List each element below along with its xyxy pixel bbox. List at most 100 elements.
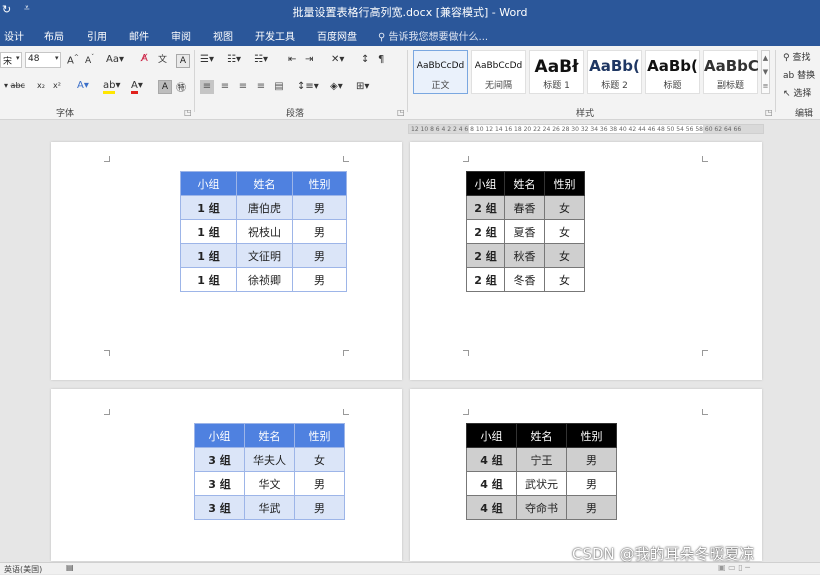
multilevel-list-icon[interactable]: ☵▾ <box>254 54 268 65</box>
style-normal[interactable]: AaBbCcDd 正文 <box>413 50 468 94</box>
tab-references[interactable]: 引用 <box>87 28 107 43</box>
find-button[interactable]: ⚲ 查找 <box>783 50 810 63</box>
bullets-icon[interactable]: ☰▾ <box>200 54 214 65</box>
table-cell: 1 组 <box>180 243 237 268</box>
table-header-cell: 性别 <box>294 423 345 448</box>
table-header-cell: 性别 <box>544 171 585 196</box>
language-indicator[interactable]: 英语(美国) <box>4 564 42 575</box>
table-cell: 祝枝山 <box>236 219 293 244</box>
borders-icon[interactable]: ⊞▾ <box>356 81 369 92</box>
line-spacing-icon[interactable]: ↕≡▾ <box>297 81 319 92</box>
style-heading-1[interactable]: AaBł 标题 1 <box>529 50 584 94</box>
font-dialog-launcher-icon[interactable]: ◳ <box>184 108 192 117</box>
style-no-spacing[interactable]: AaBbCcDd 无间隔 <box>471 50 526 94</box>
margin-corner-mark <box>343 409 349 415</box>
replace-label: 替换 <box>797 71 816 81</box>
group-divider <box>194 50 195 112</box>
group-table[interactable]: 小组 姓名 性别 4 组 宁王 男 4 组 武状元 男 4 组 夺命书 男 <box>466 423 617 520</box>
margin-corner-mark <box>343 156 349 162</box>
shading-icon[interactable]: ◈▾ <box>330 81 343 92</box>
table-cell: 男 <box>292 267 347 292</box>
view-buttons[interactable]: ▣ ▭ ▯ ─ <box>718 563 750 572</box>
align-right-icon[interactable]: ≡ <box>236 80 250 94</box>
table-row: 2 组 春香 女 <box>466 195 585 220</box>
scroll-up-icon[interactable]: ▲ <box>762 51 769 65</box>
tab-view[interactable]: 视图 <box>213 28 233 43</box>
tab-developer[interactable]: 开发工具 <box>255 28 295 43</box>
table-cell: 唐伯虎 <box>236 195 293 220</box>
grow-font-icon[interactable]: A^ <box>67 54 79 66</box>
group-table[interactable]: 小组 姓名 性别 3 组 华夫人 女 3 组 华文 男 3 组 华武 男 <box>194 423 345 520</box>
character-shading-icon[interactable]: A <box>158 80 172 94</box>
style-subtitle[interactable]: AaBbC 副标题 <box>703 50 759 94</box>
decrease-indent-icon[interactable]: ⇤ <box>288 54 296 65</box>
margin-corner-mark <box>104 156 110 162</box>
align-center-icon[interactable]: ≡ <box>218 80 232 94</box>
document-page[interactable]: 小组 姓名 性别 2 组 春香 女 2 组 夏香 女 2 组 秋香 女 2 组 … <box>410 142 762 380</box>
show-marks-icon[interactable]: ¶ <box>378 54 384 65</box>
paragraph-dialog-launcher-icon[interactable]: ◳ <box>397 108 405 117</box>
table-cell: 男 <box>566 495 617 520</box>
style-sample: AaBbC <box>704 57 759 75</box>
chinese-layout-icon[interactable]: ✕▾ <box>331 54 344 65</box>
tab-design[interactable]: 设计 <box>4 28 24 43</box>
subscript-icon[interactable]: x₂ <box>37 81 45 90</box>
font-name-dropdown-icon[interactable]: ▾ <box>16 54 20 62</box>
tab-baidu-netdisk[interactable]: 百度网盘 <box>317 28 357 43</box>
table-cell: 春香 <box>504 195 545 220</box>
table-cell: 男 <box>566 471 617 496</box>
phonetic-guide-icon[interactable]: 文 <box>158 52 167 65</box>
style-name: 标题 <box>663 81 682 91</box>
group-divider <box>775 50 776 112</box>
align-left-icon[interactable]: ≡ <box>200 80 214 94</box>
style-heading-2[interactable]: AaBb( 标题 2 <box>587 50 642 94</box>
strikethrough-icon[interactable]: ▾ a̶b̶c̶ <box>4 81 25 90</box>
style-title[interactable]: AaBb( 标题 <box>645 50 700 94</box>
sort-icon[interactable]: ↕ <box>361 54 369 65</box>
document-page[interactable]: 小组 姓名 性别 3 组 华夫人 女 3 组 华文 男 3 组 华武 男 <box>51 389 402 561</box>
watermark-text: CSDN @我的耳朵冬暖夏凉 <box>572 545 755 563</box>
tab-layout[interactable]: 布局 <box>44 28 64 43</box>
scroll-down-icon[interactable]: ▼ <box>762 65 769 79</box>
margin-corner-mark <box>104 409 110 415</box>
horizontal-ruler[interactable]: 12 10 8 6 4 2 2 4 6 8 10 12 14 16 18 20 … <box>408 124 764 134</box>
table-cell: 1 组 <box>180 219 237 244</box>
font-color-icon[interactable]: A▾ <box>131 80 143 94</box>
justify-icon[interactable]: ≡ <box>254 80 268 94</box>
styles-gallery-scroll[interactable]: ▲ ▼ ≡ <box>761 50 770 94</box>
group-table[interactable]: 小组 姓名 性别 1 组 唐伯虎 男 1 组 祝枝山 男 1 组 文征明 男 1… <box>180 171 347 292</box>
document-page[interactable]: 小组 姓名 性别 4 组 宁王 男 4 组 武状元 男 4 组 夺命书 男 <box>410 389 762 561</box>
text-effects-icon[interactable]: A▾ <box>77 80 89 91</box>
increase-indent-icon[interactable]: ⇥ <box>305 54 313 65</box>
change-case-icon[interactable]: Aa▾ <box>106 54 124 65</box>
enclose-characters-icon[interactable]: ㊕ <box>176 79 186 94</box>
tab-mailings[interactable]: 邮件 <box>129 28 149 43</box>
table-cell: 文征明 <box>236 243 293 268</box>
table-cell: 男 <box>294 495 345 520</box>
shrink-font-icon[interactable]: Aˇ <box>85 54 94 66</box>
margin-corner-mark <box>702 156 708 162</box>
distributed-icon[interactable]: ▤ <box>272 80 286 94</box>
group-table[interactable]: 小组 姓名 性别 2 组 春香 女 2 组 夏香 女 2 组 秋香 女 2 组 … <box>466 171 585 292</box>
highlight-color-icon[interactable]: ab▾ <box>103 80 121 94</box>
tab-review[interactable]: 审阅 <box>171 28 191 43</box>
table-cell: 男 <box>294 471 345 496</box>
styles-dialog-launcher-icon[interactable]: ◳ <box>765 108 773 117</box>
document-page[interactable]: 小组 姓名 性别 1 组 唐伯虎 男 1 组 祝枝山 男 1 组 文征明 男 1… <box>51 142 402 380</box>
superscript-icon[interactable]: x² <box>53 81 61 90</box>
select-button[interactable]: ↖ 选择 <box>783 86 811 99</box>
table-cell: 秋香 <box>504 243 545 268</box>
font-size-dropdown-icon[interactable]: ▾ <box>55 54 59 62</box>
clear-formatting-icon[interactable]: A̸ <box>141 53 148 64</box>
replace-button[interactable]: ab 替换 <box>783 68 815 81</box>
macro-recording-icon[interactable]: ▤ <box>66 563 74 572</box>
tell-me-search[interactable]: ⚲ 告诉我您想要做什么... <box>378 28 488 43</box>
more-styles-icon[interactable]: ≡ <box>762 79 769 93</box>
table-cell: 冬香 <box>504 267 545 292</box>
character-border-icon[interactable]: A <box>176 54 190 68</box>
replace-icon: ab <box>783 71 795 81</box>
paragraph-group-label: 段落 <box>286 109 305 119</box>
numbering-icon[interactable]: ☷▾ <box>227 54 241 65</box>
table-cell: 女 <box>294 447 345 472</box>
table-header-cell: 性别 <box>292 171 347 196</box>
